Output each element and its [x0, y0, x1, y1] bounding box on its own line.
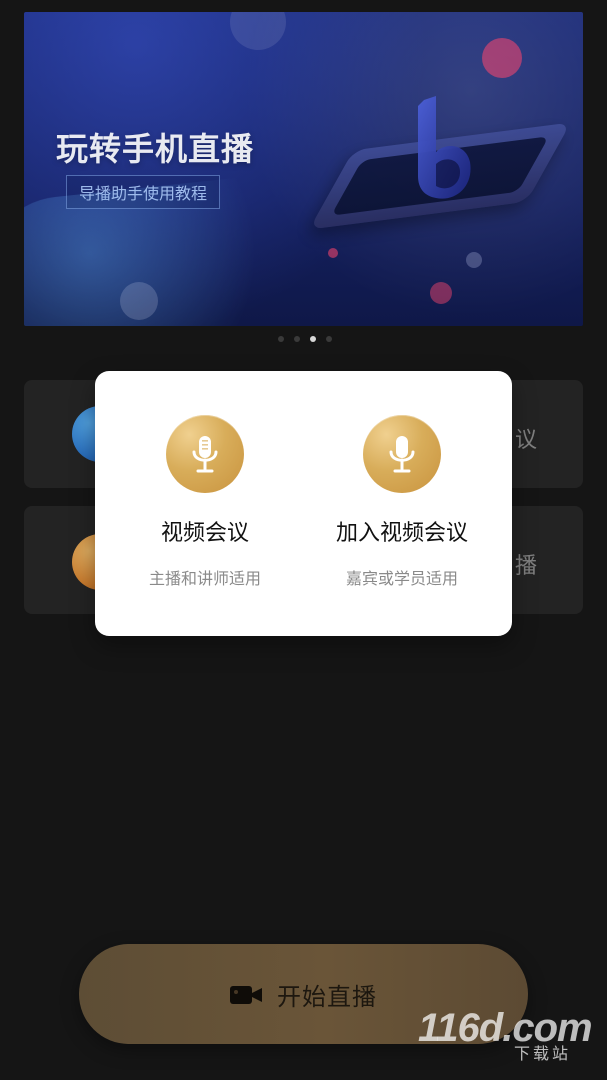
- banner-bubble: [430, 282, 452, 304]
- app-screen: 玩转手机直播 导播助手使用教程 议 播 视频会议 主播和讲师适用 加入视频会议 …: [0, 0, 607, 1080]
- b-logo-icon: [418, 96, 471, 199]
- banner-title: 玩转手机直播: [56, 131, 255, 167]
- banner-bubble: [328, 248, 338, 258]
- microphone-icon: [363, 415, 441, 493]
- banner-pager: [273, 335, 337, 343]
- video-meeting-subtitle: 主播和讲师适用: [148, 569, 261, 588]
- microphone-icon: [166, 415, 244, 493]
- background-card-label: 播: [514, 554, 537, 579]
- banner-bubble: [120, 282, 158, 320]
- pager-dot[interactable]: [278, 336, 284, 342]
- banner-bubble: [466, 252, 482, 268]
- meeting-choice-modal: 视频会议 主播和讲师适用 加入视频会议 嘉宾或学员适用: [95, 371, 512, 636]
- video-meeting-title: 视频会议: [160, 521, 249, 546]
- pager-dot[interactable]: [294, 336, 300, 342]
- banner-bubble: [482, 38, 522, 78]
- banner-bubble: [230, 12, 286, 50]
- start-live-label: 开始直播: [277, 983, 377, 1011]
- join-video-meeting-title: 加入视频会议: [335, 521, 468, 546]
- site-watermark: 116d.com 下载站: [418, 1006, 593, 1066]
- banner-subtitle: 导播助手使用教程: [66, 175, 221, 209]
- background-card-label: 议: [514, 428, 537, 453]
- start-live-content: 开始直播: [229, 977, 377, 1012]
- video-meeting-option[interactable]: 视频会议 主播和讲师适用: [101, 415, 309, 605]
- join-video-meeting-subtitle: 嘉宾或学员适用: [345, 569, 458, 588]
- watermark-text-bottom: 下载站: [514, 1044, 572, 1063]
- join-video-meeting-option[interactable]: 加入视频会议 嘉宾或学员适用: [298, 415, 506, 605]
- promo-banner[interactable]: 玩转手机直播 导播助手使用教程: [24, 12, 583, 326]
- video-camera-icon: [230, 985, 262, 1004]
- pager-dot-active[interactable]: [310, 336, 316, 342]
- pager-dot[interactable]: [326, 336, 332, 342]
